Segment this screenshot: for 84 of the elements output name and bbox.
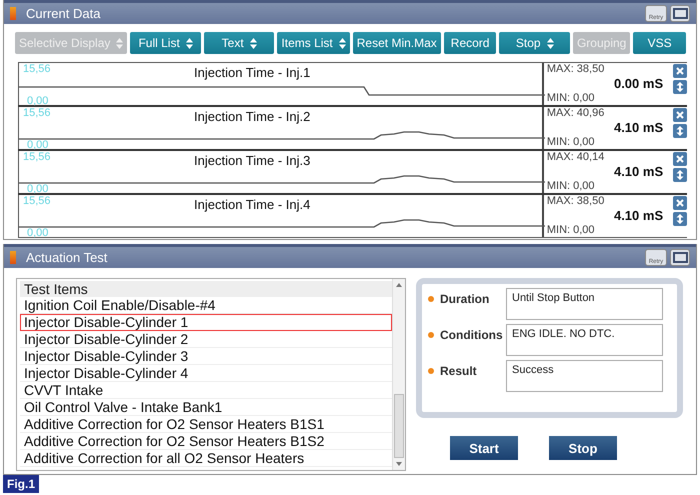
- max-value: MAX: 38,50: [546, 195, 606, 208]
- close-icon: [675, 198, 685, 208]
- bullet-icon: [428, 368, 434, 374]
- min-value: MIN: 0,00: [546, 92, 596, 105]
- toolbar-button[interactable]: Text: [204, 32, 274, 54]
- bullet-icon: [428, 296, 434, 302]
- spinner-icon: [250, 38, 257, 48]
- toolbar-button[interactable]: Items List: [277, 32, 350, 54]
- toolbar-button[interactable]: Reset Min.Max: [352, 32, 441, 54]
- toolbar-button[interactable]: Record: [444, 32, 496, 54]
- panel-title: Actuation Test: [26, 250, 108, 265]
- up-down-arrow-icon: [675, 126, 685, 136]
- test-item[interactable]: Injector Disable-Cylinder 2: [20, 331, 392, 348]
- close-button[interactable]: [673, 152, 687, 166]
- current-value: 0.00 mS: [614, 76, 664, 92]
- graph-title: Injection Time - Inj.2: [194, 109, 310, 124]
- test-item[interactable]: Oil Control Valve - Intake Bank1: [20, 399, 392, 416]
- scroll-up-icon: [396, 283, 402, 287]
- spinner-icon: [546, 38, 554, 48]
- detail-field: Until Stop Button: [506, 288, 663, 320]
- close-button[interactable]: [673, 196, 687, 210]
- up-down-arrow-icon: [675, 214, 685, 224]
- reorder-button[interactable]: [673, 168, 687, 182]
- test-item[interactable]: Additive Correction for O2 Sensor Heaters B1S1: [20, 416, 392, 433]
- axis-max-label: 15,56: [23, 63, 51, 75]
- graph-title: Injection Time - Inj.4: [194, 197, 310, 212]
- axis-min-label: 0,00: [27, 95, 48, 107]
- detail-label: Result: [440, 363, 478, 378]
- test-item[interactable]: Injector Disable-Cylinder 4: [20, 365, 392, 382]
- axis-max-label: 15,56: [23, 151, 51, 163]
- max-value: MAX: 40,14: [546, 151, 606, 164]
- close-icon: [675, 110, 685, 120]
- close-icon: [675, 154, 685, 164]
- axis-min-label: 0,00: [27, 227, 48, 239]
- graph-title: Injection Time - Inj.1: [194, 65, 310, 80]
- test-item[interactable]: Additive Correction for O2 Sensor Heaters B1S2: [20, 433, 392, 450]
- reorder-button[interactable]: [673, 80, 687, 94]
- close-button[interactable]: [673, 64, 687, 78]
- list-header: Test Items: [20, 281, 392, 297]
- maximize-button[interactable]: [670, 249, 690, 266]
- detail-field: ENG IDLE. NO DTC.: [506, 324, 663, 356]
- test-item[interactable]: Ignition Coil Enable/Disable-#4: [20, 297, 392, 314]
- test-item[interactable]: Injector Disable-Cylinder 3: [20, 348, 392, 365]
- detail-field: Success: [506, 360, 663, 392]
- close-button[interactable]: [673, 108, 687, 122]
- detail-label: Conditions: [440, 327, 504, 342]
- current-value: 4.10 mS: [614, 120, 664, 136]
- scroll-down-icon: [396, 462, 402, 466]
- max-value: MAX: 40,96: [546, 107, 606, 120]
- spinner-icon: [338, 38, 346, 48]
- graph-title: Injection Time - Inj.3: [194, 153, 310, 168]
- toolbar-button[interactable]: Full List: [130, 32, 201, 54]
- test-item[interactable]: Injector Disable-Cylinder 1: [20, 314, 392, 331]
- axis-min-label: 0,00: [27, 183, 48, 195]
- close-icon: [675, 66, 685, 76]
- axis-max-label: 15,56: [23, 107, 51, 119]
- min-value: MIN: 0,00: [546, 224, 596, 237]
- bullet-icon: [428, 332, 434, 338]
- toolbar-button[interactable]: Stop: [499, 32, 570, 54]
- up-down-arrow-icon: [675, 170, 685, 180]
- min-value: MIN: 0,00: [546, 180, 596, 193]
- panel-icon: [10, 251, 16, 264]
- panel-icon: [10, 7, 16, 20]
- current-value: 4.10 mS: [614, 164, 664, 180]
- reorder-button[interactable]: [673, 212, 687, 226]
- action-button[interactable]: Stop: [549, 436, 617, 460]
- figure-label: Fig.1: [3, 475, 40, 493]
- spinner-icon: [186, 38, 193, 48]
- min-value: MIN: 0,00: [546, 136, 596, 149]
- reorder-button[interactable]: [673, 124, 687, 138]
- current-value: 4.10 mS: [614, 208, 664, 224]
- detail-label: Duration: [440, 291, 490, 306]
- axis-max-label: 15,56: [23, 195, 51, 207]
- action-button[interactable]: Start: [450, 436, 518, 460]
- scrollbar[interactable]: [392, 279, 405, 470]
- panel-title: Current Data: [26, 6, 100, 21]
- toolbar-button[interactable]: VSS: [633, 32, 686, 54]
- maximize-button[interactable]: [670, 5, 690, 22]
- test-item[interactable]: Additive Correction for all O2 Sensor Heaters: [20, 450, 392, 467]
- max-value: MAX: 38,50: [546, 63, 606, 76]
- up-down-arrow-icon: [675, 82, 685, 92]
- axis-min-label: 0,00: [27, 139, 48, 151]
- spinner-icon: [116, 38, 124, 48]
- test-item[interactable]: CVVT Intake: [20, 382, 392, 399]
